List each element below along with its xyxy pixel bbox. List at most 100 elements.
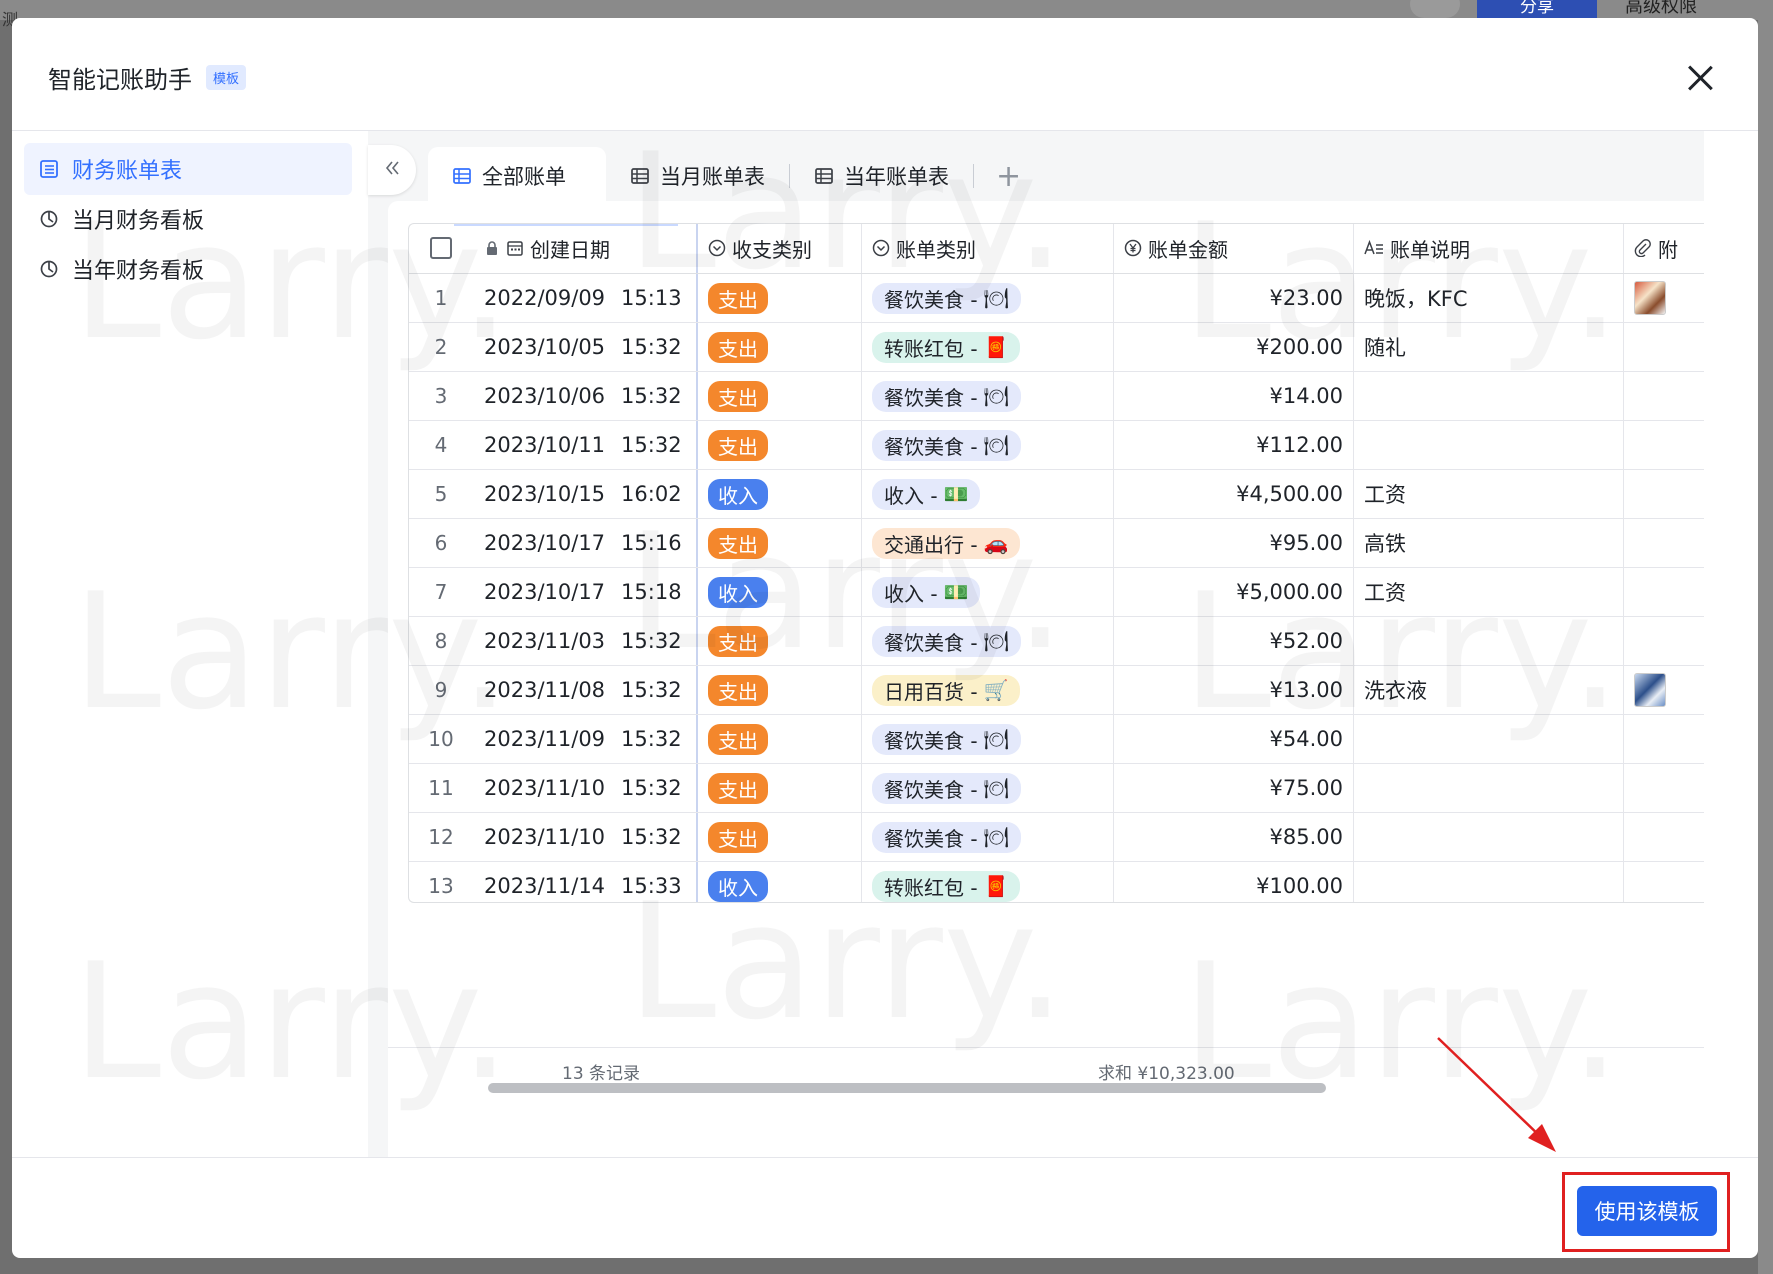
type-cell[interactable]: 收入 <box>698 568 862 616</box>
description-cell[interactable]: 工资 <box>1354 470 1624 518</box>
attachment-cell[interactable] <box>1624 862 1704 903</box>
description-cell[interactable]: 随礼 <box>1354 323 1624 371</box>
category-cell[interactable]: 餐饮美食 - 🍽 <box>862 715 1114 763</box>
type-cell[interactable]: 支出 <box>698 666 862 714</box>
amount-cell[interactable]: ¥52.00 <box>1114 617 1354 665</box>
category-cell[interactable]: 餐饮美食 - 🍽 <box>862 372 1114 420</box>
date-cell[interactable]: 2023/10/11 15:32 <box>474 421 698 469</box>
date-cell[interactable]: 2023/10/17 15:18 <box>474 568 698 616</box>
description-cell[interactable] <box>1354 813 1624 861</box>
attachment-cell[interactable] <box>1624 813 1704 861</box>
tab-yearly-bills[interactable]: 当年账单表 <box>790 147 973 205</box>
category-cell[interactable]: 餐饮美食 - 🍽 <box>862 617 1114 665</box>
amount-cell[interactable]: ¥5,000.00 <box>1114 568 1354 616</box>
date-cell[interactable]: 2023/10/06 15:32 <box>474 372 698 420</box>
description-cell[interactable]: 晚饭，KFC <box>1354 274 1624 322</box>
category-cell[interactable]: 日用百货 - 🛒 <box>862 666 1114 714</box>
category-cell[interactable]: 转账红包 - 🧧 <box>862 323 1114 371</box>
attachment-cell[interactable] <box>1624 372 1704 420</box>
description-cell[interactable] <box>1354 617 1624 665</box>
description-cell[interactable] <box>1354 862 1624 903</box>
table-row[interactable]: 9 2023/11/08 15:32 支出 日用百货 - 🛒 ¥13.00 洗衣液 <box>408 666 1704 715</box>
amount-cell[interactable]: ¥100.00 <box>1114 862 1354 903</box>
sidebar-item-monthly-dashboard[interactable]: 当月财务看板 <box>24 193 352 245</box>
description-cell[interactable] <box>1354 764 1624 812</box>
description-cell[interactable]: 洗衣液 <box>1354 666 1624 714</box>
date-cell[interactable]: 2023/10/17 15:16 <box>474 519 698 567</box>
table-row[interactable]: 5 2023/10/15 16:02 收入 收入 - 💵 ¥4,500.00 工资 <box>408 470 1704 519</box>
amount-cell[interactable]: ¥112.00 <box>1114 421 1354 469</box>
description-cell[interactable]: 高铁 <box>1354 519 1624 567</box>
type-cell[interactable]: 收入 <box>698 862 862 903</box>
column-header-type[interactable]: 收支类别 <box>698 223 862 273</box>
type-cell[interactable]: 支出 <box>698 715 862 763</box>
table-row[interactable]: 11 2023/11/10 15:32 支出 餐饮美食 - 🍽 ¥75.00 <box>408 764 1704 813</box>
select-all-checkbox[interactable] <box>408 223 474 273</box>
attachment-cell[interactable] <box>1624 519 1704 567</box>
attachment-cell[interactable] <box>1624 666 1704 714</box>
attachment-cell[interactable] <box>1624 715 1704 763</box>
table-row[interactable]: 4 2023/10/11 15:32 支出 餐饮美食 - 🍽 ¥112.00 <box>408 421 1704 470</box>
table-row[interactable]: 7 2023/10/17 15:18 收入 收入 - 💵 ¥5,000.00 工资 <box>408 568 1704 617</box>
category-cell[interactable]: 收入 - 💵 <box>862 470 1114 518</box>
tab-all-bills[interactable]: 全部账单 <box>428 147 606 205</box>
table-row[interactable]: 2 2023/10/05 15:32 支出 转账红包 - 🧧 ¥200.00 随礼 <box>408 323 1704 372</box>
date-cell[interactable]: 2023/11/03 15:32 <box>474 617 698 665</box>
amount-cell[interactable]: ¥13.00 <box>1114 666 1354 714</box>
amount-cell[interactable]: ¥14.00 <box>1114 372 1354 420</box>
date-cell[interactable]: 2023/10/15 16:02 <box>474 470 698 518</box>
category-cell[interactable]: 餐饮美食 - 🍽 <box>862 764 1114 812</box>
amount-cell[interactable]: ¥54.00 <box>1114 715 1354 763</box>
attachment-cell[interactable] <box>1624 764 1704 812</box>
amount-cell[interactable]: ¥95.00 <box>1114 519 1354 567</box>
category-cell[interactable]: 餐饮美食 - 🍽 <box>862 421 1114 469</box>
type-cell[interactable]: 支出 <box>698 617 862 665</box>
date-cell[interactable]: 2023/10/05 15:32 <box>474 323 698 371</box>
date-cell[interactable]: 2023/11/14 15:33 <box>474 862 698 903</box>
amount-cell[interactable]: ¥4,500.00 <box>1114 470 1354 518</box>
type-cell[interactable]: 支出 <box>698 372 862 420</box>
description-cell[interactable] <box>1354 421 1624 469</box>
table-row[interactable]: 6 2023/10/17 15:16 支出 交通出行 - 🚗 ¥95.00 高铁 <box>408 519 1704 568</box>
type-cell[interactable]: 支出 <box>698 274 862 322</box>
column-header-description[interactable]: 账单说明 <box>1354 223 1624 273</box>
add-view-icon[interactable]: + <box>974 159 1043 194</box>
horizontal-scrollbar[interactable] <box>488 1083 1326 1093</box>
sidebar-item-yearly-dashboard[interactable]: 当年财务看板 <box>24 243 352 295</box>
category-cell[interactable]: 餐饮美食 - 🍽 <box>862 274 1114 322</box>
attachment-cell[interactable] <box>1624 421 1704 469</box>
type-cell[interactable]: 支出 <box>698 519 862 567</box>
date-cell[interactable]: 2023/11/10 15:32 <box>474 764 698 812</box>
type-cell[interactable]: 支出 <box>698 764 862 812</box>
amount-cell[interactable]: ¥85.00 <box>1114 813 1354 861</box>
collapse-sidebar-button[interactable] <box>368 145 416 195</box>
column-header-category[interactable]: 账单类别 <box>862 223 1114 273</box>
date-cell[interactable]: 2023/11/10 15:32 <box>474 813 698 861</box>
type-cell[interactable]: 支出 <box>698 323 862 371</box>
close-icon[interactable] <box>1680 58 1720 98</box>
column-header-date[interactable]: 创建日期 <box>474 223 698 273</box>
date-cell[interactable]: 2023/11/09 15:32 <box>474 715 698 763</box>
description-cell[interactable] <box>1354 715 1624 763</box>
tab-monthly-bills[interactable]: 当月账单表 <box>606 147 789 205</box>
table-row[interactable]: 1 2022/09/09 15:13 支出 餐饮美食 - 🍽 ¥23.00 晚饭，KFC <box>408 274 1704 323</box>
attachment-cell[interactable] <box>1624 274 1704 322</box>
type-cell[interactable]: 收入 <box>698 470 862 518</box>
type-cell[interactable]: 支出 <box>698 421 862 469</box>
table-row[interactable]: 8 2023/11/03 15:32 支出 餐饮美食 - 🍽 ¥52.00 <box>408 617 1704 666</box>
category-cell[interactable]: 交通出行 - 🚗 <box>862 519 1114 567</box>
attachment-thumbnail[interactable] <box>1634 673 1666 707</box>
description-cell[interactable] <box>1354 372 1624 420</box>
table-row[interactable]: 10 2023/11/09 15:32 支出 餐饮美食 - 🍽 ¥54.00 <box>408 715 1704 764</box>
amount-cell[interactable]: ¥200.00 <box>1114 323 1354 371</box>
sidebar-item-finance-table[interactable]: 财务账单表 <box>24 143 352 195</box>
table-row[interactable]: 13 2023/11/14 15:33 收入 转账红包 - 🧧 ¥100.00 <box>408 862 1704 903</box>
type-cell[interactable]: 支出 <box>698 813 862 861</box>
table-row[interactable]: 3 2023/10/06 15:32 支出 餐饮美食 - 🍽 ¥14.00 <box>408 372 1704 421</box>
attachment-cell[interactable] <box>1624 568 1704 616</box>
amount-cell[interactable]: ¥23.00 <box>1114 274 1354 322</box>
attachment-cell[interactable] <box>1624 470 1704 518</box>
category-cell[interactable]: 收入 - 💵 <box>862 568 1114 616</box>
attachment-cell[interactable] <box>1624 323 1704 371</box>
amount-cell[interactable]: ¥75.00 <box>1114 764 1354 812</box>
